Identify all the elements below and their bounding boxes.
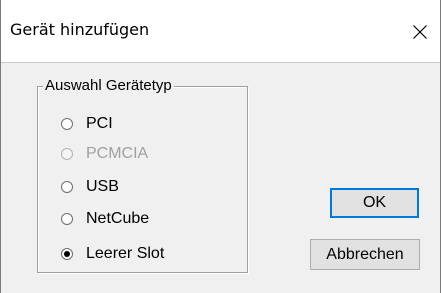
groupbox-legend: Auswahl Gerätetyp — [43, 76, 174, 95]
dialog-window: Gerät hinzufügen Auswahl Gerätetyp PCI P… — [0, 0, 441, 293]
radio-button-pcmcia — [61, 148, 73, 160]
window-title: Gerät hinzufügen — [10, 20, 150, 39]
radio-button-usb[interactable] — [61, 181, 73, 193]
radio-label-pci: PCI — [86, 115, 113, 132]
radio-label-pcmcia: PCMCIA — [86, 145, 149, 162]
radio-option-usb[interactable]: USB — [61, 176, 119, 198]
close-button[interactable] — [400, 14, 440, 50]
radio-option-pci[interactable]: PCI — [61, 113, 113, 135]
radio-button-leerer-slot[interactable] — [61, 248, 73, 260]
radio-option-leerer-slot[interactable]: Leerer Slot — [61, 243, 164, 265]
close-icon — [412, 24, 428, 40]
radio-option-netcube[interactable]: NetCube — [61, 208, 149, 230]
radio-label-netcube: NetCube — [86, 210, 150, 227]
dialog-body: Auswahl Gerätetyp PCI PCMCIA USB NetCube… — [1, 63, 440, 293]
radio-label-usb: USB — [86, 178, 119, 195]
radio-button-netcube[interactable] — [61, 213, 73, 225]
radio-label-leerer-slot: Leerer Slot — [86, 245, 165, 262]
cancel-button[interactable]: Abbrechen — [310, 239, 420, 270]
title-bar[interactable]: Gerät hinzufügen — [1, 0, 440, 63]
radio-option-pcmcia: PCMCIA — [61, 143, 148, 165]
radio-button-pci[interactable] — [61, 118, 73, 130]
ok-button[interactable]: OK — [330, 188, 419, 218]
